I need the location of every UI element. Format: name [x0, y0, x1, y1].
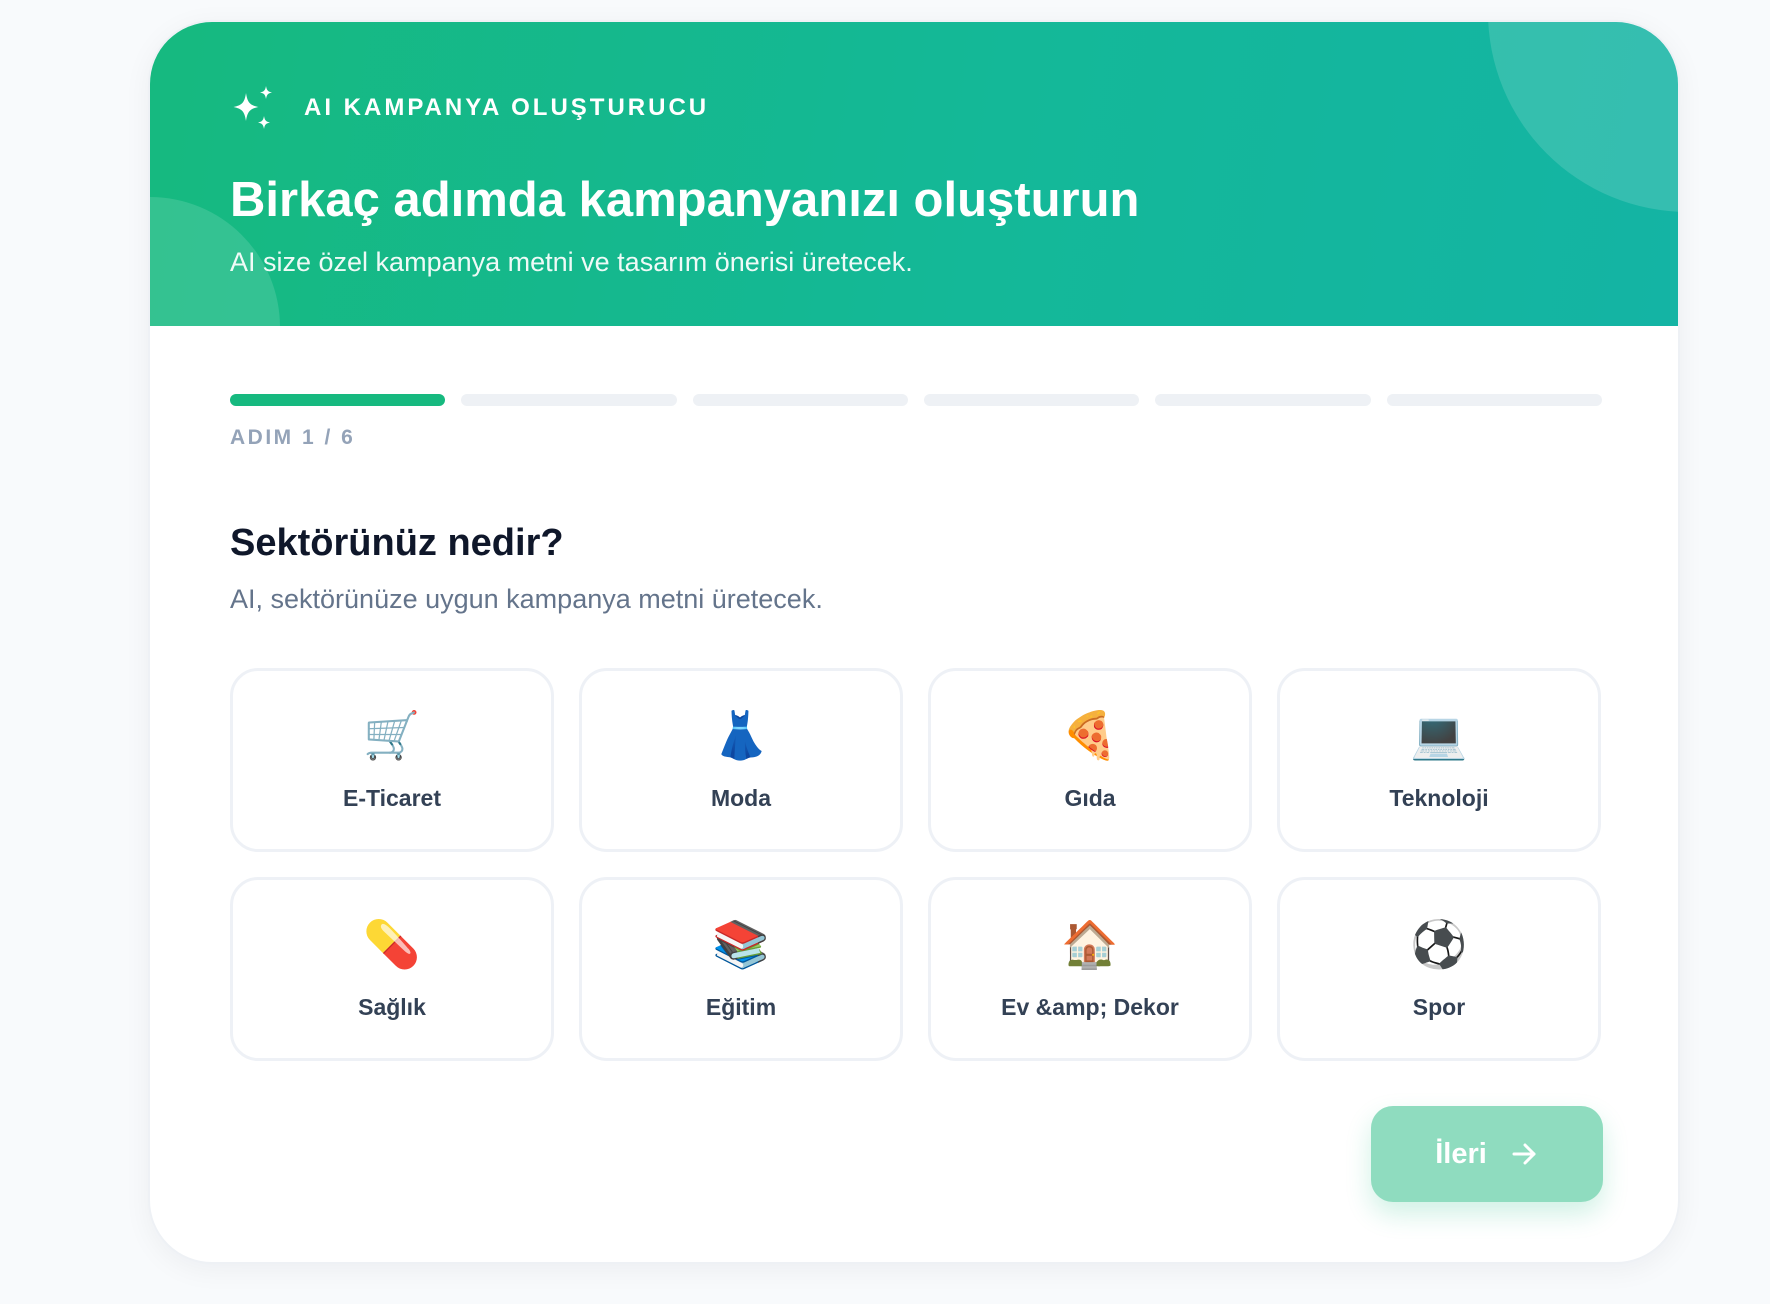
header-eyebrow: AI KAMPANYA OLUŞTURUCU	[230, 84, 709, 132]
sector-option-egitim[interactable]: 📚 Eğitim	[579, 877, 903, 1061]
progress-segment-3	[692, 394, 908, 406]
campaign-wizard-card: AI KAMPANYA OLUŞTURUCU Birkaç adımda kam…	[148, 20, 1680, 1264]
question-title: Sektörünüz nedir?	[230, 522, 564, 564]
sector-option-label: Eğitim	[705, 994, 777, 1020]
sector-option-label: Spor	[1412, 994, 1466, 1020]
decorative-circle	[1488, 22, 1678, 212]
sector-option-teknoloji[interactable]: 💻 Teknoloji	[1277, 668, 1601, 852]
next-button[interactable]: İleri	[1371, 1106, 1603, 1202]
dress-icon: 👗	[712, 708, 770, 762]
progress-segment-4	[923, 394, 1140, 406]
header-eyebrow-label: AI KAMPANYA OLUŞTURUCU	[304, 94, 710, 121]
next-button-label: İleri	[1435, 1137, 1487, 1170]
sector-option-label: E-Ticaret	[342, 785, 441, 811]
books-icon: 📚	[712, 917, 770, 971]
sector-option-ev-dekor[interactable]: 🏠 Ev &amp; Dekor	[928, 877, 1252, 1061]
arrow-right-icon	[1509, 1139, 1539, 1169]
sparkles-icon	[230, 84, 278, 132]
sector-option-label: Sağlık	[358, 994, 426, 1020]
progress-segment-2	[461, 394, 677, 406]
sector-option-label: Gıda	[1064, 785, 1116, 811]
progress-segment-1	[230, 394, 446, 406]
pill-icon: 💊	[363, 917, 421, 971]
shopping-cart-icon: 🛒	[363, 708, 421, 762]
sector-option-label: Teknoloji	[1389, 785, 1489, 811]
pizza-icon: 🍕	[1061, 708, 1119, 762]
soccer-ball-icon: ⚽	[1410, 917, 1468, 971]
step-indicator: ADIM 1 / 6	[230, 426, 356, 449]
house-icon: 🏠	[1061, 917, 1119, 971]
step-progress-bar	[230, 394, 1602, 406]
progress-segment-6	[1386, 394, 1602, 406]
sector-option-label: Moda	[710, 785, 772, 811]
page-title: Birkaç adımda kampanyanızı oluşturun	[230, 173, 1140, 227]
sector-option-moda[interactable]: 👗 Moda	[579, 668, 903, 852]
sector-option-label: Ev &amp; Dekor	[1001, 994, 1179, 1020]
sector-option-spor[interactable]: ⚽ Spor	[1277, 877, 1601, 1061]
sector-option-saglik[interactable]: 💊 Sağlık	[230, 877, 554, 1061]
wizard-header: AI KAMPANYA OLUŞTURUCU Birkaç adımda kam…	[150, 22, 1678, 326]
laptop-icon: 💻	[1410, 708, 1468, 762]
question-subtitle: AI, sektörünüze uygun kampanya metni üre…	[230, 584, 823, 614]
progress-segment-5	[1155, 394, 1371, 406]
page-subtitle: AI size özel kampanya metni ve tasarım ö…	[230, 247, 913, 277]
sector-option-gida[interactable]: 🍕 Gıda	[928, 668, 1252, 852]
sector-option-e-ticaret[interactable]: 🛒 E-Ticaret	[230, 668, 554, 852]
sector-options-grid: 🛒 E-Ticaret 👗 Moda 🍕 Gıda 💻 Teknoloji 💊 …	[230, 668, 1602, 1061]
